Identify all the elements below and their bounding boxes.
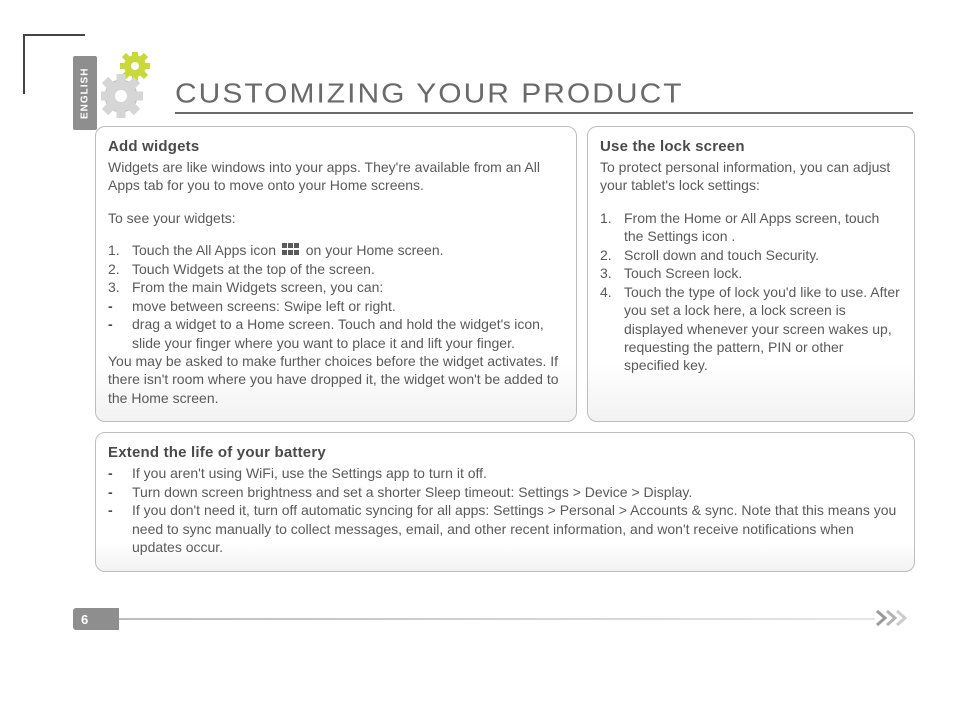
text-fragment: on your Home screen.	[302, 242, 444, 258]
footer-rule	[119, 608, 915, 630]
content-area: Add widgets Widgets are like windows int…	[95, 126, 915, 582]
list-item: Touch the type of lock you'd like to use…	[600, 283, 902, 375]
title-bar: CUSTOMIZING YOUR PRODUCT	[175, 68, 913, 114]
list-item: If you aren't using WiFi, use the Settin…	[108, 464, 902, 482]
crop-mark	[25, 34, 85, 52]
page: ENGLISH	[25, 34, 935, 674]
footer-arrows-icon	[875, 609, 915, 627]
page-footer: 6	[73, 608, 915, 630]
list-item: drag a widget to a Home screen. Touch an…	[108, 315, 564, 352]
list-item: Turn down screen brightness and set a sh…	[108, 483, 902, 501]
page-number: 6	[73, 608, 119, 630]
panel-heading: Add widgets	[108, 137, 564, 157]
page-title: CUSTOMIZING YOUR PRODUCT	[175, 78, 684, 110]
gears-icon	[101, 52, 171, 124]
body-text: You may be asked to make further choices…	[108, 352, 564, 407]
list-item: From the Home or All Apps screen, touch …	[600, 209, 902, 246]
list-item: Scroll down and touch Security.	[600, 246, 902, 264]
body-text: Widgets are like windows into your apps.…	[108, 158, 564, 195]
panel-battery: Extend the life of your battery If you a…	[95, 432, 915, 571]
list-item: Touch the All Apps icon on your Home scr…	[108, 241, 564, 259]
body-text: To see your widgets:	[108, 209, 564, 227]
panel-lock-screen: Use the lock screen To protect personal …	[587, 126, 915, 422]
text-fragment: Touch the All Apps icon	[132, 242, 280, 258]
list-item: move between screens: Swipe left or righ…	[108, 297, 564, 315]
language-tab: ENGLISH	[73, 56, 97, 130]
panel-heading: Extend the life of your battery	[108, 443, 902, 463]
list-item: Touch Widgets at the top of the screen.	[108, 260, 564, 278]
list-item: From the main Widgets screen, you can:	[108, 278, 564, 296]
list-item: If you don't need it, turn off automatic…	[108, 501, 902, 556]
panel-add-widgets: Add widgets Widgets are like windows int…	[95, 126, 577, 422]
panel-heading: Use the lock screen	[600, 137, 902, 157]
all-apps-icon	[282, 243, 300, 257]
list-item: Touch Screen lock.	[600, 264, 902, 282]
body-text: To protect personal information, you can…	[600, 158, 902, 195]
